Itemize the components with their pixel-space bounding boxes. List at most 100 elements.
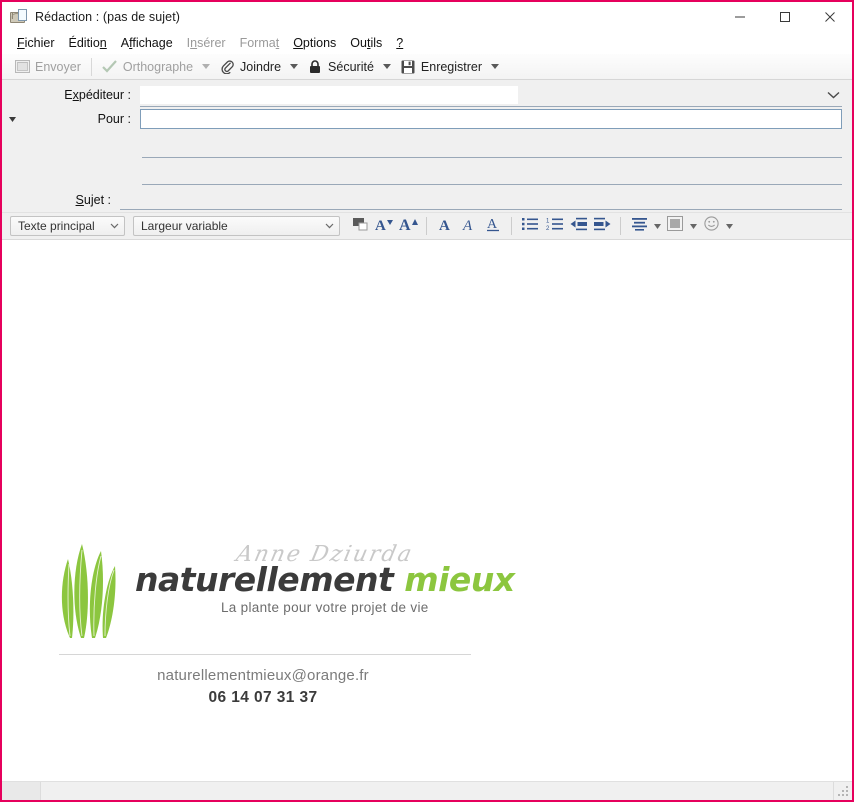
numbered-list-icon: 1 2: [546, 217, 563, 236]
spellcheck-check-icon: [102, 59, 118, 75]
menu-options[interactable]: Options: [286, 32, 343, 54]
save-label: Enregistrer: [420, 59, 483, 74]
main-toolbar: Envoyer Orthographe Joindre Sécurité Enr…: [2, 54, 852, 80]
scrollbar-track[interactable]: [2, 782, 833, 800]
paragraph-style-select[interactable]: Texte principal: [10, 216, 125, 236]
paragraph-style-value: Texte principal: [18, 219, 95, 233]
menu-affichage[interactable]: Affichage: [114, 32, 180, 54]
email-signature: Anne Dziurda naturellement mieux La plan…: [57, 540, 515, 707]
font-family-select[interactable]: Largeur variable: [133, 216, 340, 236]
menu-format[interactable]: Format: [233, 32, 287, 54]
format-separator: [426, 217, 427, 235]
minimize-button[interactable]: [717, 2, 762, 32]
subject-input[interactable]: [120, 190, 842, 210]
security-button[interactable]: Sécurité: [301, 56, 380, 78]
align-dropdown[interactable]: [651, 215, 663, 237]
floppy-disk-icon: [400, 59, 416, 75]
security-dropdown[interactable]: [380, 56, 394, 78]
underline-icon: A: [486, 216, 501, 237]
align-icon: [631, 217, 647, 236]
format-toolbar: Texte principal Largeur variable A A A A…: [2, 212, 852, 240]
send-button[interactable]: Envoyer: [8, 56, 87, 78]
send-label: Envoyer: [35, 59, 81, 74]
insert-object-button[interactable]: [663, 215, 687, 237]
bullet-list-icon: [522, 217, 538, 236]
outdent-icon: [570, 217, 587, 236]
text-color-button[interactable]: [348, 215, 372, 237]
attach-button[interactable]: Joindre: [213, 56, 287, 78]
save-dropdown[interactable]: [488, 56, 502, 78]
signature-person-name: Anne Dziurda: [233, 542, 416, 567]
from-field-wrap: [140, 83, 852, 107]
chevron-down-icon: [319, 223, 339, 229]
resize-grip-cell[interactable]: [833, 782, 852, 800]
recipient-row-empty-1[interactable]: [2, 131, 852, 158]
from-input[interactable]: [140, 86, 518, 104]
attach-dropdown[interactable]: [287, 56, 301, 78]
underline-button[interactable]: A: [481, 215, 505, 237]
triangle-down-icon[interactable]: [2, 116, 22, 122]
smiley-button[interactable]: [699, 215, 723, 237]
signature-tagline: La plante pour votre projet de vie: [221, 599, 429, 615]
save-button[interactable]: Enregistrer: [394, 56, 488, 78]
signature-brand: naturellement mieux: [135, 562, 515, 598]
resize-grip-icon[interactable]: [838, 786, 850, 798]
menu-edition[interactable]: Édition: [62, 32, 114, 54]
italic-button[interactable]: A: [457, 215, 481, 237]
italic-icon: A: [462, 216, 476, 237]
spellcheck-button[interactable]: Orthographe: [96, 56, 199, 78]
from-row: Expéditeur :: [2, 83, 852, 107]
svg-text:A: A: [462, 218, 473, 232]
spellcheck-dropdown[interactable]: [199, 56, 213, 78]
title-bar: Rédaction : (pas de sujet): [2, 2, 852, 32]
indent-icon: [593, 217, 611, 236]
svg-text:A: A: [439, 218, 450, 232]
subject-label: Sujet :: [75, 193, 111, 207]
signature-divider: [59, 654, 471, 655]
to-label: Pour :: [97, 112, 131, 126]
chevron-down-icon[interactable]: [827, 86, 840, 104]
font-family-value: Largeur variable: [141, 219, 228, 233]
svg-text:A: A: [375, 218, 386, 232]
close-button[interactable]: [807, 2, 852, 32]
menu-aide[interactable]: ?: [389, 32, 410, 54]
align-button[interactable]: [627, 215, 651, 237]
svg-text:A: A: [487, 217, 498, 232]
send-envelope-icon: [14, 59, 30, 75]
menu-inserer[interactable]: Insérer: [180, 32, 233, 54]
compose-message-icon: [10, 9, 28, 25]
menu-outils[interactable]: Outils: [343, 32, 389, 54]
recipient-row-empty-2[interactable]: [2, 158, 852, 185]
smiley-icon: [703, 216, 719, 236]
outdent-button[interactable]: [566, 215, 590, 237]
svg-text:1: 1: [546, 218, 550, 224]
numbered-list-button[interactable]: 1 2: [542, 215, 566, 237]
bullet-list-button[interactable]: [518, 215, 542, 237]
decrease-font-button[interactable]: A: [372, 215, 396, 237]
toolbar-separator: [90, 57, 92, 76]
signature-email: naturellementmieux@orange.fr: [157, 667, 369, 684]
signature-header: Anne Dziurda naturellement mieux La plan…: [57, 540, 515, 640]
smiley-dropdown[interactable]: [723, 215, 735, 237]
menu-bar: FFichierichier Édition Affichage Insérer…: [2, 32, 852, 54]
to-row: Pour :: [2, 107, 852, 131]
increase-font-icon: A: [399, 216, 418, 237]
bold-button[interactable]: A: [433, 215, 457, 237]
increase-font-button[interactable]: A: [396, 215, 420, 237]
subject-row: Sujet :: [2, 185, 852, 210]
bold-icon: A: [438, 216, 452, 237]
compose-window: Rédaction : (pas de sujet) FFichierichie…: [0, 0, 854, 802]
to-input[interactable]: [140, 109, 842, 129]
indent-button[interactable]: [590, 215, 614, 237]
message-body-editor[interactable]: Anne Dziurda naturellement mieux La plan…: [2, 240, 852, 781]
text-color-icon: [352, 216, 369, 237]
format-separator: [620, 217, 621, 235]
maximize-button[interactable]: [762, 2, 807, 32]
menu-fichier[interactable]: FFichierichier: [10, 32, 62, 54]
insert-object-dropdown[interactable]: [687, 215, 699, 237]
decrease-font-icon: A: [375, 216, 393, 237]
to-field-wrap: [140, 107, 852, 131]
scrollbar-thumb[interactable]: [2, 782, 41, 800]
signature-phone: 06 14 07 31 37: [208, 689, 318, 706]
horizontal-scrollbar[interactable]: [2, 781, 852, 800]
